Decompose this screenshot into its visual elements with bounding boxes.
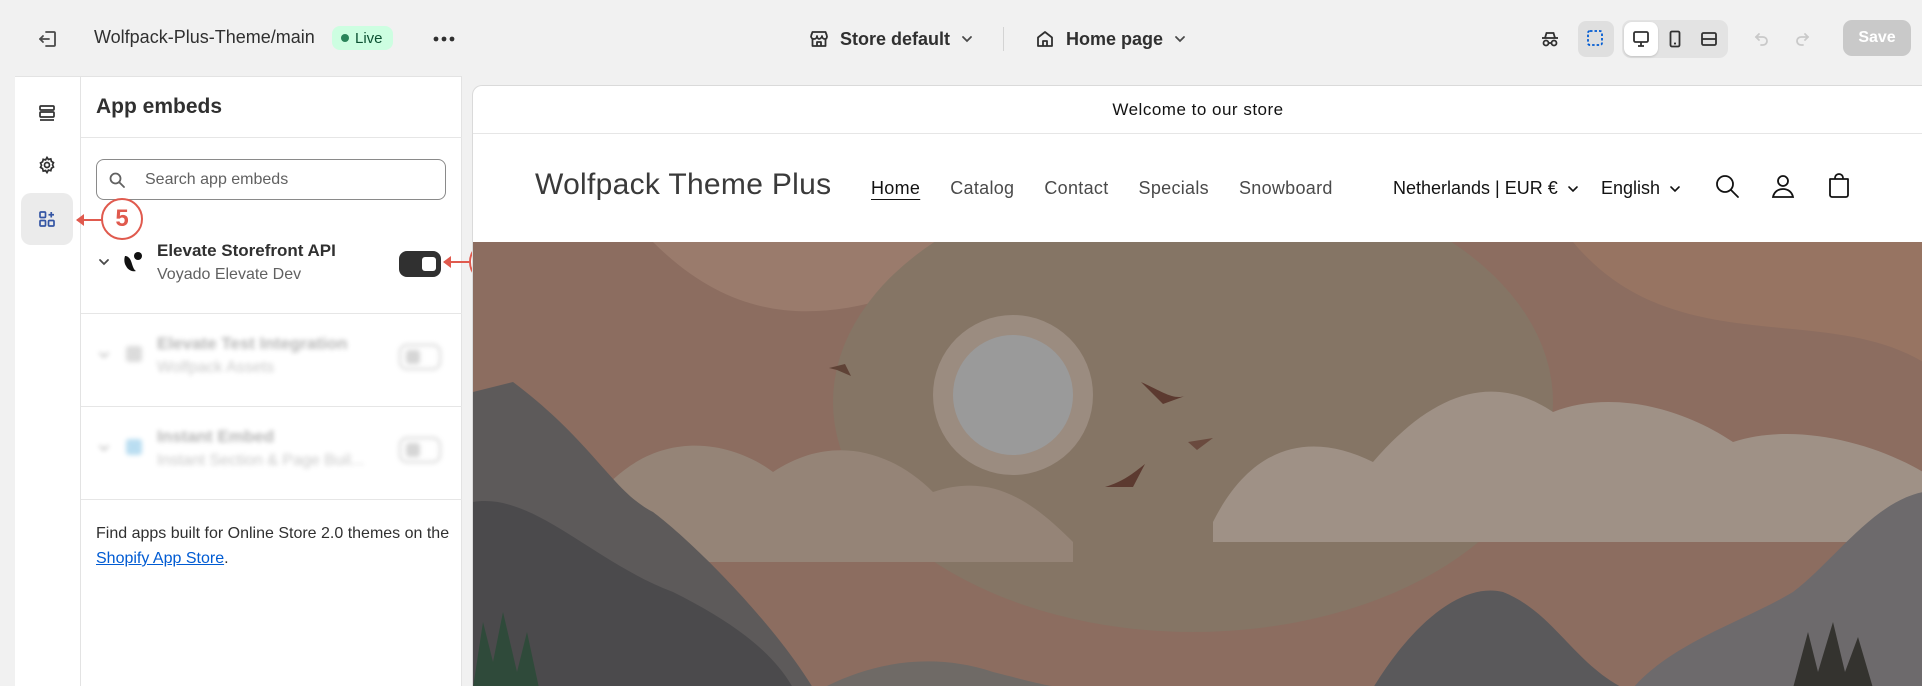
live-status-badge: Live bbox=[332, 26, 393, 50]
nav-contact[interactable]: Contact bbox=[1044, 178, 1108, 199]
store-preview: Welcome to our store Wolfpack Theme Plus… bbox=[472, 85, 1922, 686]
language-selector[interactable]: English bbox=[1601, 178, 1682, 199]
search-input[interactable] bbox=[145, 170, 435, 189]
embed-provider: Voyado Elevate Dev bbox=[157, 266, 302, 283]
inspector-button[interactable] bbox=[1532, 21, 1568, 57]
app-embed-item: Instant Embed Instant Section & Page Bui… bbox=[81, 403, 462, 495]
exit-icon[interactable] bbox=[34, 25, 62, 53]
shopify-app-store-link[interactable]: Shopify App Store bbox=[96, 550, 224, 567]
sections-button[interactable] bbox=[21, 87, 73, 139]
desktop-icon bbox=[1633, 31, 1649, 47]
country-selector[interactable]: Netherlands | EUR € bbox=[1393, 178, 1580, 199]
app-embeds-button[interactable] bbox=[21, 193, 73, 245]
expand-chevron-icon[interactable] bbox=[95, 439, 113, 457]
app-embeds-panel: App embeds Elevate Storefront API Voyado… bbox=[81, 76, 462, 686]
callout-5: 5 bbox=[101, 198, 143, 240]
voyado-logo-icon bbox=[121, 248, 147, 274]
nav-specials[interactable]: Specials bbox=[1139, 178, 1209, 199]
announcement-bar: Welcome to our store bbox=[473, 86, 1922, 134]
store-header: Wolfpack Theme Plus Home Catalog Contact… bbox=[473, 134, 1922, 242]
divider bbox=[81, 137, 462, 138]
fullscreen-view-button[interactable] bbox=[1692, 22, 1726, 56]
embed-name: Elevate Test Integration bbox=[157, 334, 348, 353]
theme-settings-button[interactable] bbox=[21, 139, 73, 191]
expand-chevron-icon[interactable] bbox=[95, 253, 113, 271]
redo-icon bbox=[1796, 33, 1810, 46]
redo-button[interactable] bbox=[1788, 25, 1816, 53]
divider bbox=[1003, 27, 1004, 51]
store-brand[interactable]: Wolfpack Theme Plus bbox=[535, 168, 831, 202]
country-label: Netherlands | EUR € bbox=[1393, 178, 1558, 198]
search-icon bbox=[97, 171, 137, 189]
store-nav: Home Catalog Contact Specials Snowboard bbox=[871, 178, 1333, 199]
account-icon[interactable] bbox=[1765, 168, 1801, 204]
ellipsis-icon bbox=[433, 36, 455, 42]
embed-toggle-off[interactable] bbox=[399, 344, 441, 370]
chevron-down-icon bbox=[1175, 36, 1185, 43]
app-embed-icon bbox=[39, 211, 55, 227]
hero-banner-illustration bbox=[473, 242, 1922, 686]
embed-provider: Instant Section & Page Buil... bbox=[157, 452, 365, 469]
expand-chevron-icon[interactable] bbox=[95, 346, 113, 364]
page-selector[interactable]: Home page bbox=[1034, 22, 1187, 56]
more-actions-button[interactable] bbox=[428, 24, 460, 54]
status-dot-icon bbox=[341, 34, 349, 42]
toggle-knob bbox=[406, 350, 420, 364]
note-suffix: . bbox=[224, 550, 229, 567]
toggle-knob bbox=[422, 257, 436, 271]
callout-arrow bbox=[76, 214, 103, 226]
live-label: Live bbox=[355, 29, 383, 47]
cart-icon[interactable] bbox=[1821, 168, 1857, 204]
gear-icon bbox=[39, 155, 55, 175]
divider bbox=[81, 499, 462, 500]
app-logo-icon bbox=[121, 341, 147, 367]
expand-icon bbox=[1701, 32, 1717, 46]
preview-tools bbox=[1532, 20, 1728, 58]
mobile-view-button[interactable] bbox=[1658, 22, 1692, 56]
theme-name: Wolfpack-Plus-Theme/main bbox=[94, 27, 315, 47]
language-label: English bbox=[1601, 178, 1661, 198]
embed-provider: Wolfpack Assets bbox=[157, 359, 275, 376]
store-selector-label: Store default bbox=[840, 28, 951, 49]
nav-snowboard[interactable]: Snowboard bbox=[1239, 178, 1333, 199]
note-text: Find apps built for Online Store 2.0 the… bbox=[96, 525, 450, 542]
chevron-down-icon bbox=[1567, 185, 1578, 192]
nav-catalog[interactable]: Catalog bbox=[950, 178, 1014, 199]
incognito-icon bbox=[1542, 32, 1558, 47]
app-store-note: Find apps built for Online Store 2.0 the… bbox=[96, 521, 456, 571]
viewport-switcher bbox=[1622, 20, 1728, 58]
undo-icon bbox=[1754, 33, 1768, 46]
store-selector[interactable]: Store default bbox=[808, 22, 974, 56]
callout-arrow bbox=[443, 256, 470, 268]
save-button[interactable]: Save bbox=[1843, 20, 1911, 56]
undo-button[interactable] bbox=[1748, 25, 1776, 53]
editor-sidebar-rail bbox=[15, 76, 81, 686]
app-embed-item: Elevate Test Integration Wolfpack Assets bbox=[81, 310, 462, 402]
store-icon bbox=[810, 31, 828, 47]
chevron-down-icon bbox=[1670, 185, 1680, 192]
panel-title: App embeds bbox=[96, 95, 223, 118]
search-icon[interactable] bbox=[1709, 168, 1745, 204]
nav-home[interactable]: Home bbox=[871, 178, 920, 199]
desktop-view-button[interactable] bbox=[1624, 22, 1658, 56]
editor-topbar: Wolfpack-Plus-Theme/main Live Store defa… bbox=[0, 0, 1922, 76]
cursor-select-icon bbox=[1587, 30, 1603, 46]
embed-name: Instant Embed bbox=[157, 427, 275, 446]
toggle-knob bbox=[406, 443, 420, 457]
embed-toggle-on[interactable] bbox=[399, 251, 441, 277]
search-box bbox=[96, 159, 446, 200]
mobile-icon bbox=[1669, 30, 1681, 48]
home-icon bbox=[1037, 31, 1053, 47]
instant-logo-icon bbox=[121, 434, 147, 460]
embed-toggle-off[interactable] bbox=[399, 437, 441, 463]
select-element-button[interactable] bbox=[1578, 21, 1614, 57]
page-selector-label: Home page bbox=[1066, 28, 1164, 49]
sections-icon bbox=[39, 105, 55, 121]
chevron-down-icon bbox=[962, 36, 972, 43]
embed-name: Elevate Storefront API bbox=[157, 241, 336, 260]
